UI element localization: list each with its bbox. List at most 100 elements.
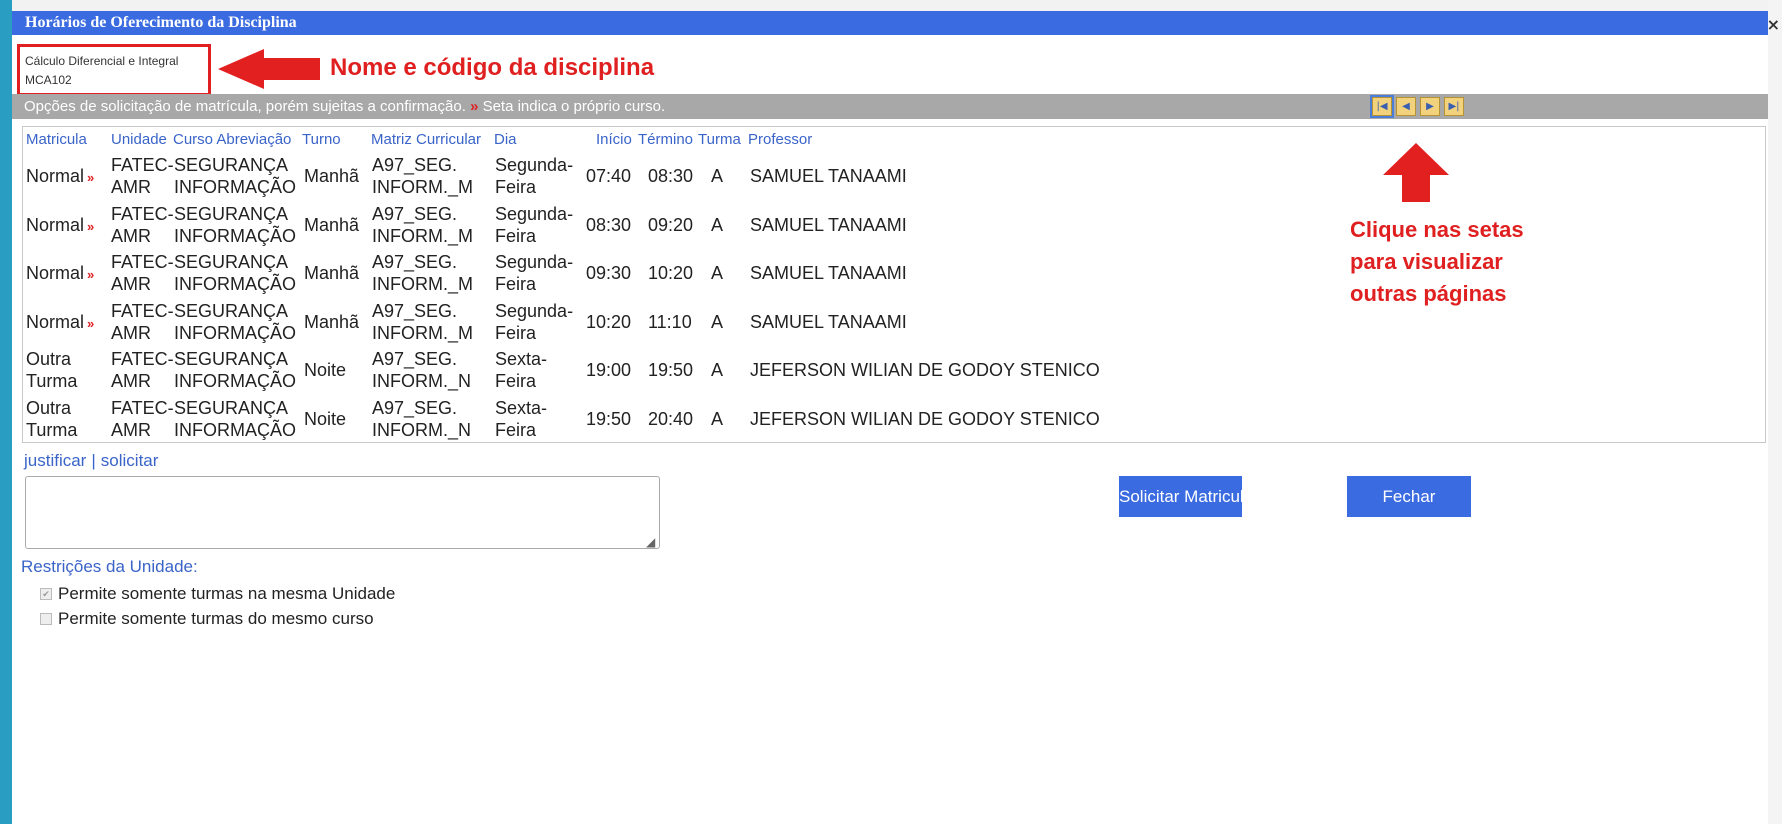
cell-curso: SEGURANÇA INFORMAÇÃO <box>174 348 296 392</box>
fechar-button[interactable]: Fechar <box>1347 476 1471 517</box>
restriction-same-unit: ✔ Permite somente turmas na mesma Unidad… <box>40 584 395 604</box>
cell-inicio: 08:30 <box>586 214 632 235</box>
cell-matriz: A97_SEG. INFORM._N <box>372 348 471 392</box>
cell-curso: SEGURANÇA INFORMAÇÃO <box>174 251 296 295</box>
header-matriz: Matriz Curricular <box>371 131 482 148</box>
cell-dia: Segunda- Feira <box>495 203 573 247</box>
restriction-same-course-label: Permite somente turmas do mesmo curso <box>58 609 374 628</box>
cell-curso-line: SEGURANÇA <box>174 252 289 272</box>
resize-grip-icon[interactable]: ◢ <box>646 535 655 549</box>
cell-unidade: FATEC- AMR <box>111 154 174 198</box>
annotation-name-code: Nome e código da disciplina <box>330 54 655 81</box>
own-course-arrow-icon: » <box>87 267 95 282</box>
annotation-arrow-left-shaft <box>262 58 320 80</box>
cell-dia-line: Sexta- <box>495 397 548 418</box>
cell-curso: SEGURANÇA INFORMAÇÃO <box>174 154 296 198</box>
cell-dia-line: Feira <box>495 225 537 246</box>
last-page-icon[interactable]: ▶| <box>1444 97 1464 116</box>
cell-professor: SAMUEL TANAAMI <box>750 214 907 235</box>
next-page-icon[interactable]: ▶ <box>1420 97 1440 116</box>
restriction-same-course: Permite somente turmas do mesmo curso <box>40 609 374 629</box>
info-text: Opções de solicitação de matrícula, poré… <box>24 98 466 115</box>
checkbox-unchecked-icon[interactable] <box>40 613 52 625</box>
solicitar-link[interactable]: solicitar <box>101 451 159 470</box>
cell-curso-line: SEGURANÇA <box>174 203 289 224</box>
restriction-same-unit-label: Permite somente turmas na mesma Unidade <box>58 584 396 603</box>
cell-turno: Noite <box>304 408 347 429</box>
own-course-arrow-icon: » <box>87 315 95 331</box>
restrictions-title: Restrições da Unidade: <box>21 557 198 576</box>
cell-unidade-line: AMR <box>111 177 151 197</box>
cell-professor: JEFERSON WILIAN DE GODOY STENICO <box>750 360 1100 380</box>
cell-turma: A <box>711 214 724 235</box>
cell-curso-line: SEGURANÇA <box>174 397 289 418</box>
cell-termino: 10:20 <box>648 263 694 283</box>
cell-termino: 09:20 <box>648 214 694 235</box>
cell-matricula: Normal» <box>26 214 94 238</box>
prev-page-icon[interactable]: ◀ <box>1396 97 1416 116</box>
cell-unidade-line: AMR <box>111 419 151 440</box>
discipline-info-box: Cálculo Diferencial e Integral MCA102 <box>17 44 211 96</box>
dialog-title: Horários de Oferecimento da Disciplina <box>25 14 297 31</box>
own-course-arrow-icon: » <box>87 170 95 185</box>
checkbox-checked-icon[interactable]: ✔ <box>40 588 52 600</box>
cell-matricula: Outra Turma <box>26 397 77 441</box>
header-dia: Dia <box>494 131 517 148</box>
cell-matricula: Normal» <box>26 262 94 286</box>
cell-dia: Segunda- Feira <box>495 251 573 295</box>
cell-dia-line: Feira <box>495 274 537 294</box>
cell-matriz: A97_SEG. INFORM._N <box>372 397 471 441</box>
annotation-arrow-up-icon <box>1383 143 1449 175</box>
cell-matriz: A97_SEG. INFORM._M <box>372 154 473 198</box>
cell-dia-line: Feira <box>495 419 537 440</box>
cell-dia-line: Segunda- <box>495 155 574 175</box>
solicitar-matricula-button[interactable]: Solicitar Matricula <box>1119 476 1242 517</box>
own-course-mark-icon: » <box>470 98 479 115</box>
cell-professor: SAMUEL TANAAMI <box>750 263 907 283</box>
first-page-icon[interactable]: |◀ <box>1370 95 1394 118</box>
header-professor: Professor <box>748 131 813 148</box>
cell-unidade: FATEC- AMR <box>111 348 174 392</box>
info-mark-text: Seta indica o próprio curso. <box>482 98 666 115</box>
justificar-link[interactable]: justificar <box>24 451 86 470</box>
cell-matricula-line: Outra <box>26 397 72 418</box>
cell-curso-line: INFORMAÇÃO <box>174 225 297 246</box>
cell-turno: Noite <box>304 360 347 380</box>
cell-matricula: Normal» <box>26 311 94 335</box>
cell-matriz: A97_SEG. INFORM._M <box>372 300 473 344</box>
cell-matriz-line: A97_SEG. <box>372 349 458 369</box>
justification-textarea[interactable] <box>25 476 660 549</box>
cell-curso: SEGURANÇA INFORMAÇÃO <box>174 203 296 247</box>
cell-turma: A <box>711 360 724 380</box>
header-inicio: Início <box>596 131 632 148</box>
cell-turno: Manhã <box>304 311 360 332</box>
cell-professor: SAMUEL TANAAMI <box>750 311 907 332</box>
cell-termino: 08:30 <box>648 166 694 186</box>
cell-curso-line: SEGURANÇA <box>174 300 289 321</box>
cell-dia-line: Segunda- <box>495 252 574 272</box>
table-row: Normal» FATEC- AMR SEGURANÇA INFORMAÇÃO Manhã… <box>23 152 1765 200</box>
cell-curso-line: INFORMAÇÃO <box>174 322 297 343</box>
header-unidade: Unidade <box>111 131 167 148</box>
cell-turma: A <box>711 166 724 186</box>
own-course-arrow-icon: » <box>87 218 95 234</box>
cell-matriz-line: INFORM._M <box>372 274 473 294</box>
cell-dia-line: Feira <box>495 177 537 197</box>
cell-matriz-line: INFORM._N <box>372 371 471 391</box>
cell-curso-line: INFORMAÇÃO <box>174 177 297 197</box>
cell-termino: 11:10 <box>648 311 692 332</box>
cell-matriz-line: A97_SEG. <box>372 300 458 321</box>
cell-professor: JEFERSON WILIAN DE GODOY STENICO <box>750 408 1100 429</box>
annotation-arrow-left-icon <box>218 49 264 89</box>
header-turno: Turno <box>302 131 341 148</box>
cell-dia-line: Segunda- <box>495 203 574 224</box>
cell-unidade-line: FATEC- <box>111 349 174 369</box>
cell-inicio: 19:00 <box>586 360 632 380</box>
table-header: Matricula Unidade Curso Abreviação Turno… <box>23 131 1765 151</box>
cell-dia-line: Feira <box>495 371 537 391</box>
cell-curso: SEGURANÇA INFORMAÇÃO <box>174 300 296 344</box>
cell-matricula-line: Normal <box>26 166 85 186</box>
dialog-titlebar: Horários de Oferecimento da Disciplina × <box>12 11 1780 35</box>
close-icon[interactable]: × <box>1767 13 1780 37</box>
cell-turma: A <box>711 311 724 332</box>
